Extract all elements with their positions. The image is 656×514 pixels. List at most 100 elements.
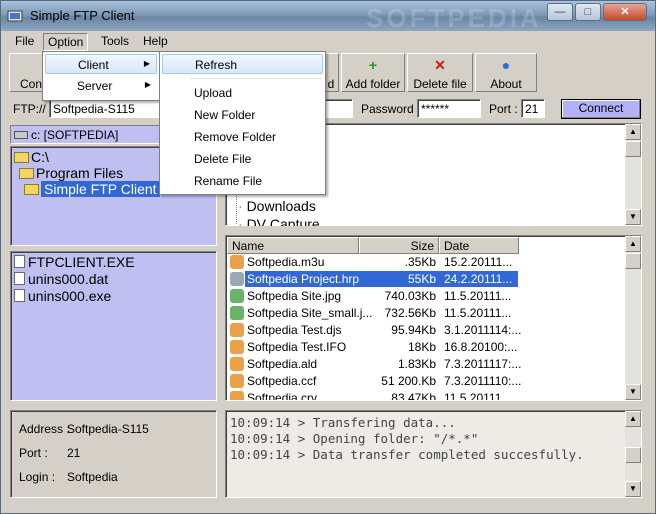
app-icon bbox=[7, 10, 23, 22]
menu-item-refresh[interactable]: Refresh bbox=[162, 54, 323, 74]
scroll-down-icon[interactable]: ▼ bbox=[625, 384, 641, 400]
login-label: Login : bbox=[19, 470, 56, 484]
folder-open-icon bbox=[19, 168, 34, 179]
port-info-label: Port : bbox=[19, 446, 48, 460]
table-row[interactable]: Softpedia.m3u .35Kb 15.2.20111... bbox=[228, 254, 518, 271]
table-row[interactable]: Softpedia Site_small.j... 732.56Kb 11.5.… bbox=[228, 305, 518, 322]
log-panel[interactable]: 10:09:14 > Transfering data... 10:09:14 … bbox=[225, 410, 642, 498]
tree-folder[interactable]: · DV Capture bbox=[238, 216, 320, 226]
maximize-button[interactable]: □ bbox=[575, 3, 601, 21]
list-item[interactable]: unins000.exe bbox=[14, 288, 111, 304]
password-label: Password : bbox=[361, 102, 421, 116]
host-input[interactable]: Softpedia-S115 bbox=[49, 99, 161, 118]
ftp-label: FTP:// bbox=[13, 102, 46, 116]
about-icon: ● bbox=[501, 57, 511, 73]
tree-folder[interactable]: · Downloads bbox=[238, 198, 316, 214]
minimize-button[interactable]: — bbox=[547, 3, 573, 21]
delete-icon: ✕ bbox=[434, 57, 446, 73]
drive-icon bbox=[14, 131, 28, 139]
log-line: 10:09:14 > Data transfer completed succe… bbox=[230, 447, 584, 462]
scroll-down-icon[interactable]: ▼ bbox=[625, 209, 641, 225]
tree-folder[interactable]: C:\ bbox=[14, 149, 49, 165]
menu-bar: File Option Tools Help bbox=[5, 31, 651, 51]
tree-folder-selected[interactable]: Simple FTP Client bbox=[24, 181, 160, 197]
connect-toolbar-button[interactable]: Con bbox=[9, 53, 43, 92]
menu-item-server[interactable]: Server ▶ bbox=[45, 76, 157, 96]
port-label: Port : bbox=[489, 102, 518, 116]
local-file-list[interactable]: FTPCLIENT.EXE unins000.dat unins000.exe bbox=[10, 251, 217, 401]
window-title: Simple FTP Client bbox=[30, 8, 135, 23]
table-row[interactable]: Softpedia.ccf 51 200.Kb 7.3.2011110:... bbox=[228, 373, 521, 390]
menu-file[interactable]: File bbox=[11, 33, 38, 51]
scroll-thumb[interactable] bbox=[625, 141, 641, 157]
file-icon bbox=[14, 255, 25, 268]
port-info-value: 21 bbox=[67, 446, 81, 460]
scroll-thumb[interactable] bbox=[625, 447, 641, 463]
file-icon bbox=[14, 289, 25, 302]
menu-separator bbox=[190, 78, 322, 79]
image-file-icon bbox=[230, 306, 244, 320]
menu-tools[interactable]: Tools bbox=[97, 33, 133, 51]
table-row[interactable]: Softpedia Test.IFO 18Kb 16.8.20100:... bbox=[228, 339, 518, 356]
log-line: 10:09:14 > Transfering data... bbox=[230, 415, 456, 430]
table-row[interactable]: Softpedia.ald 1.83Kb 7.3.2011117:... bbox=[228, 356, 521, 373]
file-icon bbox=[230, 340, 244, 354]
file-icon bbox=[230, 391, 244, 400]
table-row[interactable]: Softpedia Test.djs 95.94Kb 3.1.2011114:.… bbox=[228, 322, 521, 339]
menu-help[interactable]: Help bbox=[139, 33, 172, 51]
connect-button[interactable]: Connect bbox=[561, 99, 641, 119]
menu-item-new-folder[interactable]: New Folder bbox=[162, 105, 323, 125]
log-line: 10:09:14 > Opening folder: "/*.*" bbox=[230, 431, 479, 446]
menu-option[interactable]: Option bbox=[43, 33, 89, 51]
app-window: Simple FTP Client SOFTPEDIA — □ ✕ File O… bbox=[0, 0, 656, 514]
scroll-down-icon[interactable]: ▼ bbox=[625, 481, 641, 497]
list-item[interactable]: FTPCLIENT.EXE bbox=[14, 254, 135, 270]
file-icon bbox=[230, 255, 244, 269]
menu-item-delete-file[interactable]: Delete File bbox=[162, 149, 323, 169]
login-value: Softpedia bbox=[67, 470, 118, 484]
delete-file-button[interactable]: ✕ Delete file bbox=[407, 53, 473, 92]
table-row[interactable]: Softpedia Site.jpg 740.03Kb 11.5.20111..… bbox=[228, 288, 518, 305]
column-header-size[interactable]: Size bbox=[359, 237, 439, 254]
drive-label: c: [SOFTPEDIA] bbox=[31, 128, 119, 142]
file-icon bbox=[14, 272, 25, 285]
port-input[interactable]: 21 bbox=[521, 99, 545, 118]
menu-item-rename-file[interactable]: Rename File bbox=[162, 171, 323, 191]
password-input[interactable]: ****** bbox=[417, 99, 481, 118]
connect-icon bbox=[18, 57, 34, 73]
log-scrollbar[interactable]: ▲ ▼ bbox=[625, 411, 641, 497]
file-icon bbox=[230, 272, 244, 286]
add-folder-button[interactable]: + Add folder bbox=[341, 53, 405, 92]
title-bar[interactable]: Simple FTP Client SOFTPEDIA — □ ✕ bbox=[1, 1, 655, 33]
table-row-selected[interactable]: Softpedia Project.hrp 55Kb 24.2.20111... bbox=[228, 271, 518, 288]
column-header-date[interactable]: Date bbox=[439, 237, 519, 254]
add-folder-icon: + bbox=[368, 57, 378, 73]
watermark-text: SOFTPEDIA bbox=[366, 3, 542, 33]
address-value: Softpedia-S115 bbox=[67, 422, 149, 436]
option-menu: Client ▶ Server ▶ bbox=[42, 51, 160, 101]
file-icon bbox=[230, 323, 244, 337]
scroll-thumb[interactable] bbox=[625, 253, 641, 269]
connection-info-panel: Address : Softpedia-S115 Port : 21 Login… bbox=[10, 410, 217, 498]
remote-files-scrollbar[interactable]: ▲ ▼ bbox=[625, 236, 641, 400]
close-button[interactable]: ✕ bbox=[603, 3, 647, 21]
table-row[interactable]: Softpedia.crv 83.47Kb 11.5.20111... bbox=[228, 390, 518, 400]
image-file-icon bbox=[230, 289, 244, 303]
column-header-name[interactable]: Name bbox=[227, 237, 359, 254]
menu-item-upload[interactable]: Upload bbox=[162, 83, 323, 103]
scroll-up-icon[interactable]: ▲ bbox=[625, 411, 641, 427]
remote-file-list[interactable]: Name Size Date Softpedia.m3u .35Kb 15.2.… bbox=[225, 235, 642, 401]
submenu-arrow-icon: ▶ bbox=[143, 59, 150, 68]
client-submenu: Refresh Upload New Folder Remove Folder … bbox=[159, 51, 326, 195]
folder-open-icon bbox=[24, 184, 39, 195]
list-item[interactable]: unins000.dat bbox=[14, 271, 108, 287]
scroll-up-icon[interactable]: ▲ bbox=[625, 124, 641, 140]
remote-tree-scrollbar[interactable]: ▲ ▼ bbox=[625, 124, 641, 225]
tree-folder[interactable]: Program Files bbox=[19, 165, 123, 181]
menu-item-client[interactable]: Client ▶ bbox=[45, 54, 157, 74]
menu-item-remove-folder[interactable]: Remove Folder bbox=[162, 127, 323, 147]
folder-open-icon bbox=[14, 152, 29, 163]
scroll-up-icon[interactable]: ▲ bbox=[625, 236, 641, 252]
file-icon bbox=[230, 357, 244, 371]
about-button[interactable]: ● About bbox=[475, 53, 537, 92]
